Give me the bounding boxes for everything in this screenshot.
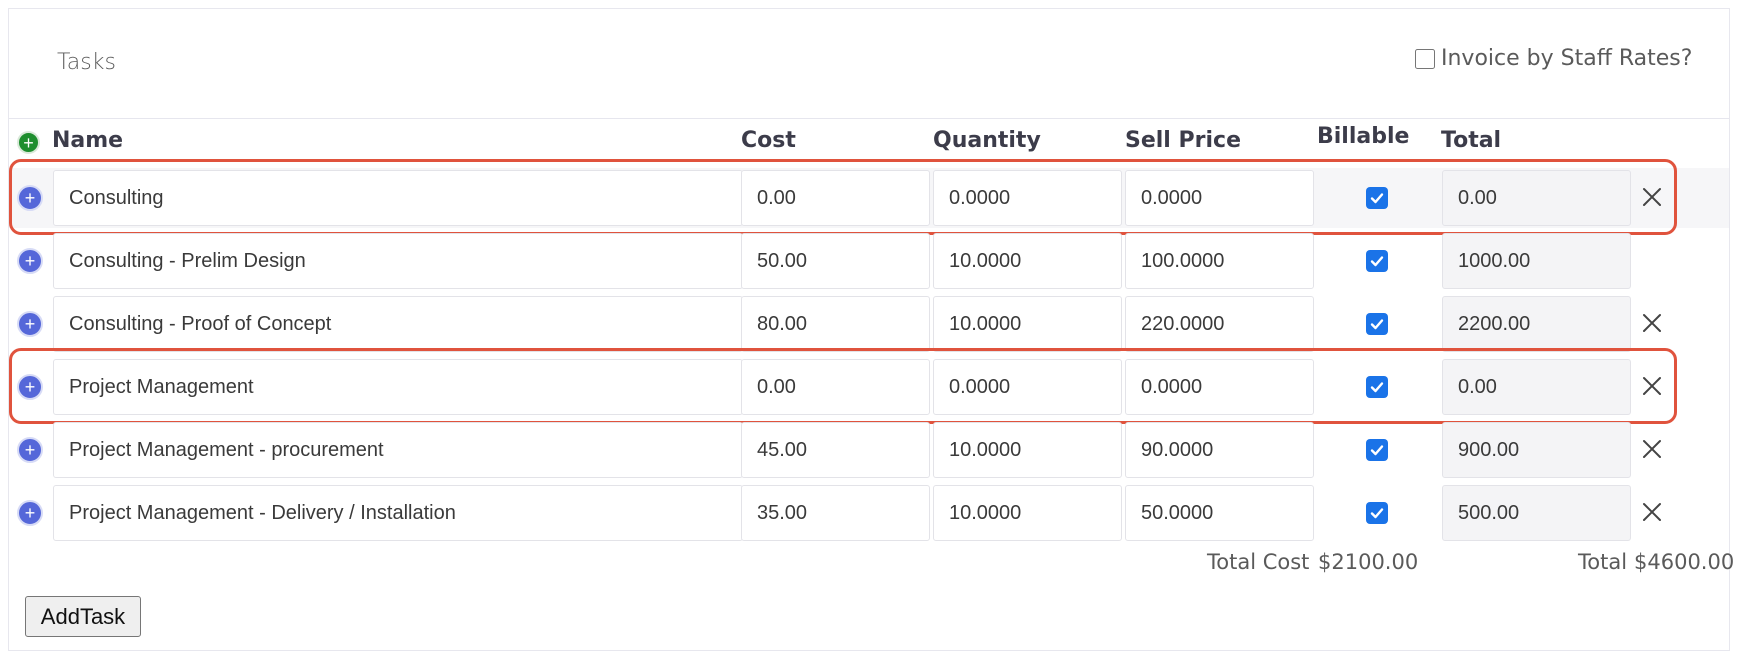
total-label: Total — [1578, 550, 1628, 574]
tasks-title: Tasks — [57, 50, 116, 75]
add-task-button[interactable]: AddTask — [25, 596, 141, 637]
task-name-field[interactable]: Project Management - procurement — [53, 422, 743, 478]
delete-task-icon[interactable] — [1637, 182, 1667, 212]
header-divider — [9, 118, 1729, 119]
col-header-cost: Cost — [741, 128, 796, 153]
billable-checkbox-icon[interactable] — [1366, 439, 1388, 461]
task-total-field: 2200.00 — [1442, 296, 1631, 352]
task-sell-price-field[interactable]: 100.0000 — [1125, 233, 1314, 289]
task-quantity-field[interactable]: 10.0000 — [933, 422, 1122, 478]
billable-checkbox-icon[interactable] — [1366, 502, 1388, 524]
delete-task-icon[interactable] — [1637, 434, 1667, 464]
task-name-field[interactable]: Consulting — [53, 170, 743, 226]
add-subtask-icon[interactable]: + — [17, 374, 43, 400]
task-total-field: 900.00 — [1442, 422, 1631, 478]
task-total-field: 0.00 — [1442, 359, 1631, 415]
billable-checkbox-icon[interactable] — [1366, 313, 1388, 335]
col-header-name: Name — [52, 128, 124, 153]
task-quantity-field[interactable]: 10.0000 — [933, 296, 1122, 352]
task-row: + Project Management 0.00 0.0000 0.0000 0.00 — [9, 357, 1729, 417]
task-sell-price-field[interactable]: 0.0000 — [1125, 359, 1314, 415]
add-subtask-icon[interactable]: + — [17, 248, 43, 274]
add-subtask-icon[interactable]: + — [17, 500, 43, 526]
task-row: + Consulting 0.00 0.0000 0.0000 0.00 — [9, 168, 1729, 228]
task-cost-field[interactable]: 80.00 — [741, 296, 930, 352]
task-sell-price-field[interactable]: 220.0000 — [1125, 296, 1314, 352]
task-name-field[interactable]: Consulting - Proof of Concept — [53, 296, 743, 352]
task-quantity-field[interactable]: 0.0000 — [933, 359, 1122, 415]
total-value: $4600.00 — [1634, 550, 1735, 574]
task-cost-field[interactable]: 45.00 — [741, 422, 930, 478]
task-row: + Project Management - procurement 45.00 10… — [9, 420, 1729, 480]
task-quantity-field[interactable]: 0.0000 — [933, 170, 1122, 226]
task-sell-price-field[interactable]: 90.0000 — [1125, 422, 1314, 478]
billable-checkbox-icon[interactable] — [1366, 376, 1388, 398]
task-cost-field[interactable]: 0.00 — [741, 359, 930, 415]
col-header-quantity: Quantity — [933, 128, 1041, 153]
task-name-field[interactable]: Project Management — [53, 359, 743, 415]
task-row: + Project Management - Delivery / Install… — [9, 483, 1729, 543]
col-header-billable: Billable — [1317, 124, 1410, 149]
billable-checkbox-icon[interactable] — [1366, 250, 1388, 272]
add-subtask-icon[interactable]: + — [17, 437, 43, 463]
task-row: + Consulting - Prelim Design 50.00 10.0000 1… — [9, 231, 1729, 291]
total-cost-label: Total Cost — [1207, 550, 1310, 574]
task-name-field[interactable]: Consulting - Prelim Design — [53, 233, 743, 289]
delete-task-icon[interactable] — [1637, 308, 1667, 338]
invoice-by-staff-rates-toggle[interactable]: Invoice by Staff Rates? — [1415, 46, 1692, 71]
invoice-by-staff-rates-checkbox[interactable] — [1415, 48, 1435, 69]
task-sell-price-field[interactable]: 50.0000 — [1125, 485, 1314, 541]
invoice-by-staff-rates-label: Invoice by Staff Rates? — [1441, 46, 1693, 71]
add-subtask-icon[interactable]: + — [17, 311, 43, 337]
task-name-field[interactable]: Project Management - Delivery / Installa… — [53, 485, 743, 541]
task-sell-price-field[interactable]: 0.0000 — [1125, 170, 1314, 226]
delete-task-icon[interactable] — [1637, 371, 1667, 401]
add-root-task-icon[interactable]: + — [17, 131, 40, 154]
col-header-sell-price: Sell Price — [1125, 128, 1241, 153]
total-cost-value: $2100.00 — [1318, 550, 1419, 574]
task-total-field: 500.00 — [1442, 485, 1631, 541]
task-total-field: 1000.00 — [1442, 233, 1631, 289]
task-row: + Consulting - Proof of Concept 80.00 10.00… — [9, 294, 1729, 354]
task-cost-field[interactable]: 0.00 — [741, 170, 930, 226]
task-cost-field[interactable]: 50.00 — [741, 233, 930, 289]
task-quantity-field[interactable]: 10.0000 — [933, 233, 1122, 289]
task-quantity-field[interactable]: 10.0000 — [933, 485, 1122, 541]
delete-task-icon[interactable] — [1637, 497, 1667, 527]
col-header-total: Total — [1441, 128, 1502, 153]
billable-checkbox-icon[interactable] — [1366, 187, 1388, 209]
task-cost-field[interactable]: 35.00 — [741, 485, 930, 541]
task-total-field: 0.00 — [1442, 170, 1631, 226]
add-subtask-icon[interactable]: + — [17, 185, 43, 211]
